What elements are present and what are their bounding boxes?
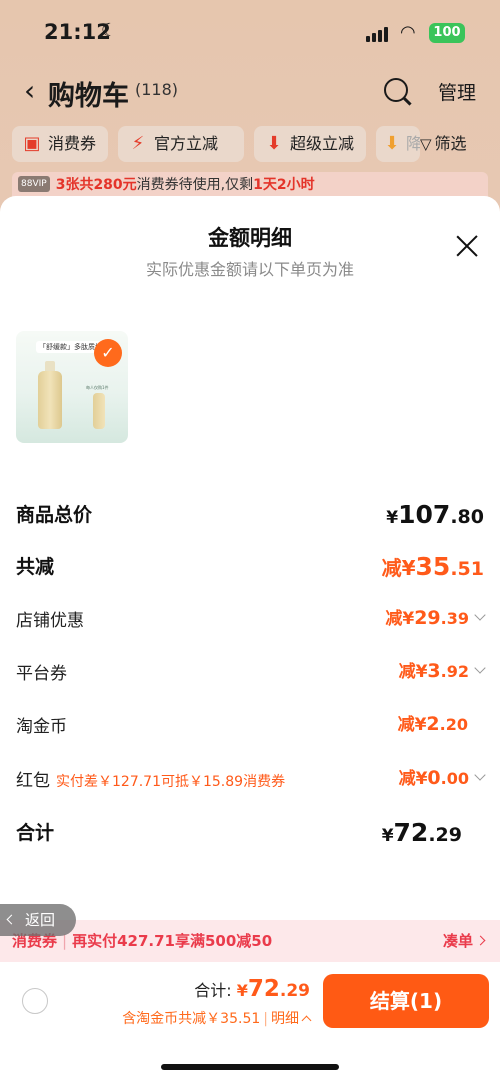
sheet-subtitle: 实际优惠金额请以下单页为准	[145, 260, 354, 279]
vip-coupon-banner[interactable]: 88VIP 3张共280元消费券待使用,仅剩1天2小时	[12, 172, 488, 198]
chip-label: 超级立减	[290, 134, 355, 153]
row-label: 淘金币	[16, 717, 67, 737]
row-store-discount[interactable]: 店铺优惠 减¥29.39	[16, 602, 486, 636]
vip-badge: 88VIP	[18, 176, 50, 192]
chevron-down-icon[interactable]	[474, 769, 486, 781]
sheet-title: 金额明细	[208, 226, 292, 250]
filter-label: 筛选	[434, 134, 467, 153]
coupon-progress-bar[interactable]: 消费券 | 再实付427.71享满500减50 凑单	[0, 920, 500, 962]
vip-text: 消费券待使用,仅剩	[136, 177, 254, 193]
red-packet-note: 实付差￥127.71可抵￥15.89消费券	[56, 774, 286, 790]
return-button[interactable]: 返回	[0, 904, 76, 936]
row-value: 减¥29.39	[385, 604, 486, 629]
filter-button[interactable]: ▽ 筛选	[420, 126, 467, 162]
chip-label: 降	[406, 134, 420, 153]
row-red-packet[interactable]: 红包 实付差￥127.71可抵￥15.89消费券 减¥0.00	[16, 762, 486, 796]
row-value: 减¥3.92	[399, 657, 486, 682]
cart-header: ‹ 购物车 (118) 管理	[0, 72, 500, 112]
row-total-goods: 商品总价 ¥107.80	[16, 498, 484, 532]
checkout-button[interactable]: 结算(1)	[323, 974, 489, 1028]
moon-icon: ☾	[101, 20, 118, 41]
chip-label: 官方立减	[154, 134, 219, 153]
chevron-left-icon	[6, 914, 17, 925]
row-taojinbi: 淘金币 减¥2.20	[16, 708, 484, 742]
detail-toggle[interactable]: 含淘金币共减￥35.51 | 明细	[122, 1008, 312, 1028]
home-indicator	[161, 1064, 339, 1070]
add-items-link[interactable]: 凑单	[443, 920, 486, 962]
cellular-signal-icon	[366, 26, 390, 42]
chevron-up-icon	[301, 1015, 312, 1026]
search-icon[interactable]	[384, 78, 408, 102]
down-arrow-icon: ⬇	[384, 133, 400, 154]
row-label: 共减	[16, 556, 55, 578]
row-label: 红包 实付差￥127.71可抵￥15.89消费券	[16, 771, 286, 791]
chip-price-drop[interactable]: ⬇ 降	[376, 126, 420, 162]
filter-icon: ▽	[420, 135, 432, 153]
checkout-footer: 合计: ¥72.29 含淘金币共减￥35.51 | 明细 结算(1)	[0, 962, 500, 1082]
vip-highlight: 3张共280元	[55, 177, 137, 193]
select-all-radio[interactable]	[22, 988, 48, 1014]
wifi-icon: ◠	[400, 22, 416, 43]
product-caption: 每人仅购1件	[86, 385, 109, 390]
row-value: 减¥2.20	[397, 713, 468, 735]
down-arrow-icon: ⬇	[266, 133, 282, 154]
page-title: 购物车	[48, 81, 129, 112]
row-value: ¥72.29	[381, 818, 462, 847]
vip-time-left: 1天2小时	[253, 177, 315, 193]
row-label: 平台券	[16, 664, 67, 684]
coupon-icon: ▣	[23, 133, 41, 154]
bottle-image	[38, 371, 62, 429]
product-thumbnail[interactable]: 「舒缓款」多肽质地 每人仅购1件 ✓	[16, 331, 128, 443]
footer-total: 合计: ¥72.29	[194, 976, 310, 1002]
close-icon[interactable]	[455, 234, 479, 258]
battery-indicator: 100	[429, 23, 465, 43]
chip-label: 消费券	[48, 134, 97, 153]
row-total-reduce: 共减 减¥35.51	[16, 550, 484, 584]
row-label: 商品总价	[16, 504, 93, 526]
chip-super-reduce[interactable]: ⬇ 超级立减	[254, 126, 366, 162]
chevron-down-icon[interactable]	[474, 662, 486, 674]
lightning-icon: ⚡	[131, 133, 145, 154]
row-value: 减¥35.51	[381, 552, 484, 581]
chevron-down-icon[interactable]	[474, 609, 486, 621]
row-value: ¥107.80	[386, 500, 484, 529]
manage-button[interactable]: 管理	[438, 78, 476, 105]
cart-count: (118)	[135, 80, 179, 99]
back-icon[interactable]: ‹	[24, 74, 35, 107]
row-value: 减¥0.00	[399, 764, 486, 789]
small-bottle-image	[93, 393, 105, 429]
chip-official-reduce[interactable]: ⚡ 官方立减	[118, 126, 244, 162]
chevron-right-icon	[475, 935, 486, 946]
row-label: 合计	[16, 822, 55, 844]
row-platform-coupon[interactable]: 平台券 减¥3.92	[16, 655, 486, 689]
row-label: 店铺优惠	[16, 611, 84, 631]
status-bar: 21:12 ☾ ◠ 100	[0, 18, 500, 50]
row-subtotal: 合计 ¥72.29	[16, 816, 484, 850]
chip-coupon[interactable]: ▣ 消费券	[12, 126, 108, 162]
check-icon[interactable]: ✓	[94, 339, 122, 367]
